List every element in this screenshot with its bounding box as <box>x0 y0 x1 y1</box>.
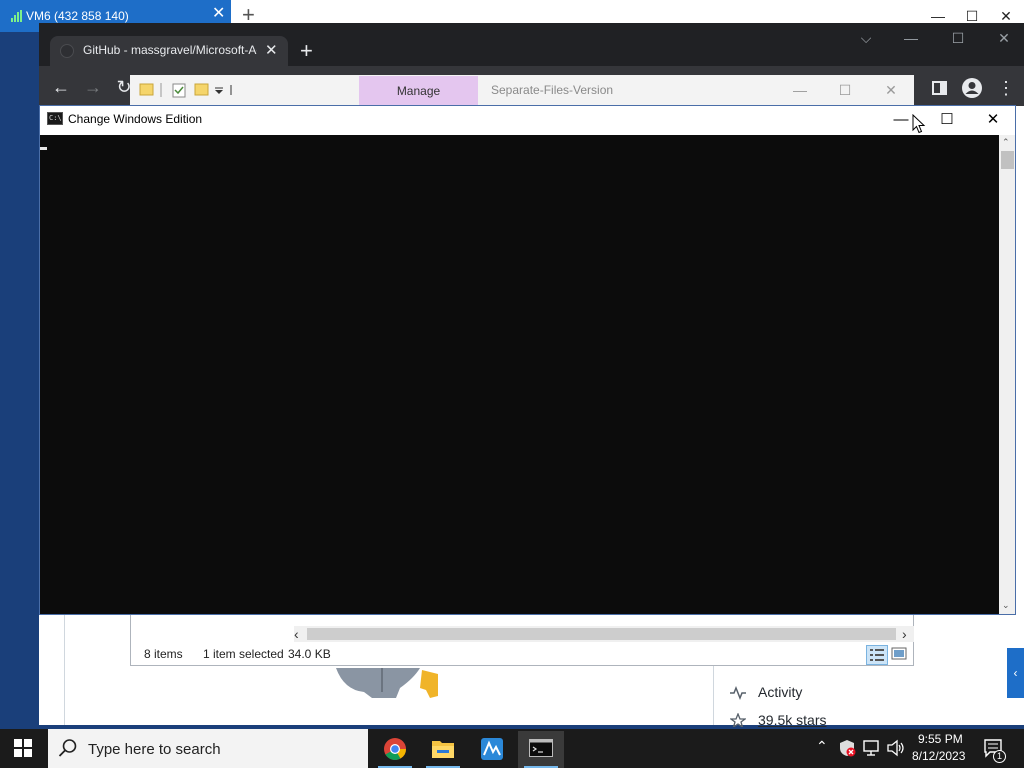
new-tab-button[interactable]: + <box>300 38 313 64</box>
close-icon[interactable]: ✕ <box>265 41 278 59</box>
scroll-right-arrow[interactable]: › <box>902 626 907 642</box>
selection-size: 34.0 KB <box>288 647 331 661</box>
star-icon <box>730 713 746 727</box>
taskbar-command-prompt[interactable] <box>518 731 564 768</box>
chrome-maximize-button[interactable]: ☐ <box>948 30 968 47</box>
explorer-status-bar: 8 items 1 item selected 34.0 KB <box>131 644 913 665</box>
tab-search-dropdown[interactable]: ⌵ <box>856 30 876 47</box>
taskbar-file-explorer[interactable] <box>420 731 466 768</box>
console-window[interactable] <box>39 105 1016 615</box>
console-vertical-scrollbar[interactable] <box>999 135 1015 614</box>
github-favicon-icon <box>60 44 74 58</box>
file-explorer-icon <box>432 741 454 758</box>
explorer-maximize-button[interactable]: ☐ <box>835 82 855 99</box>
signal-icon <box>11 10 23 22</box>
sidebar-icon[interactable] <box>931 79 949 97</box>
text-cursor <box>40 147 47 150</box>
search-icon <box>58 739 77 757</box>
chrome-icon <box>384 738 406 760</box>
large-icons-view-icon[interactable] <box>891 647 907 661</box>
close-icon[interactable]: ✕ <box>212 6 225 22</box>
explorer-minimize-button[interactable]: — <box>790 82 810 98</box>
stars-link[interactable]: 39.5k stars <box>758 712 826 728</box>
start-button[interactable] <box>14 739 32 757</box>
quick-access-toolbar[interactable] <box>139 81 235 99</box>
console-close-button[interactable]: ✕ <box>978 110 1008 130</box>
manage-ribbon-tab[interactable]: Manage <box>359 76 478 105</box>
page-divider <box>64 615 65 725</box>
details-view-icon[interactable] <box>866 645 888 665</box>
volume-icon[interactable] <box>886 739 906 757</box>
taskbar-azure-data-studio[interactable] <box>469 731 515 768</box>
side-panel-toggle[interactable]: ‹ <box>1007 648 1024 698</box>
mouse-cursor-icon <box>912 114 926 134</box>
clock-date[interactable]: 8/12/2023 <box>912 749 965 763</box>
network-icon[interactable] <box>862 739 882 757</box>
selection-count: 1 item selected <box>203 647 284 661</box>
explorer-window-title: Separate-Files-Version <box>491 83 614 97</box>
console-scrollbar-thumb[interactable] <box>1001 151 1014 169</box>
scroll-up-arrow[interactable]: ⌃ <box>1002 137 1010 148</box>
chrome-menu-button[interactable]: ⋮ <box>995 78 1017 98</box>
chrome-minimize-button[interactable]: — <box>901 30 921 46</box>
chrome-tab-github[interactable]: GitHub - massgravel/Microsoft-Activation… <box>50 36 288 66</box>
chrome-tab-title: GitHub - massgravel/Microsoft-Activation… <box>83 43 257 57</box>
clock-time[interactable]: 9:55 PM <box>918 732 963 746</box>
explorer-close-button[interactable]: ✕ <box>881 82 901 99</box>
gear-illustration-icon <box>336 668 438 698</box>
remote-session-title: VM6 (432 858 140) <box>26 9 129 23</box>
security-alert-icon[interactable] <box>838 739 856 757</box>
scroll-left-arrow[interactable]: ‹ <box>294 626 299 642</box>
console-title: Change Windows Edition <box>68 112 203 126</box>
forward-button[interactable]: → <box>82 77 104 97</box>
horizontal-scrollbar-thumb[interactable] <box>307 628 896 640</box>
chrome-close-button[interactable]: ✕ <box>994 30 1014 47</box>
back-button[interactable]: ← <box>50 77 72 97</box>
command-prompt-icon <box>529 739 553 757</box>
taskbar-chrome[interactable] <box>372 731 418 768</box>
profile-icon[interactable] <box>961 77 983 99</box>
search-placeholder: Type here to search <box>88 741 221 758</box>
show-hidden-icons-button[interactable]: ⌃ <box>816 738 828 755</box>
activity-icon <box>730 686 746 700</box>
scroll-down-arrow[interactable]: ⌄ <box>1002 600 1010 611</box>
item-count: 8 items <box>144 647 183 661</box>
notification-count-badge: 1 <box>993 750 1006 763</box>
azure-data-studio-icon <box>481 738 503 760</box>
activity-link[interactable]: Activity <box>758 684 802 700</box>
console-maximize-button[interactable]: ☐ <box>932 110 962 130</box>
sidebar-divider <box>713 666 714 725</box>
command-prompt-icon: C:\ <box>47 112 63 125</box>
